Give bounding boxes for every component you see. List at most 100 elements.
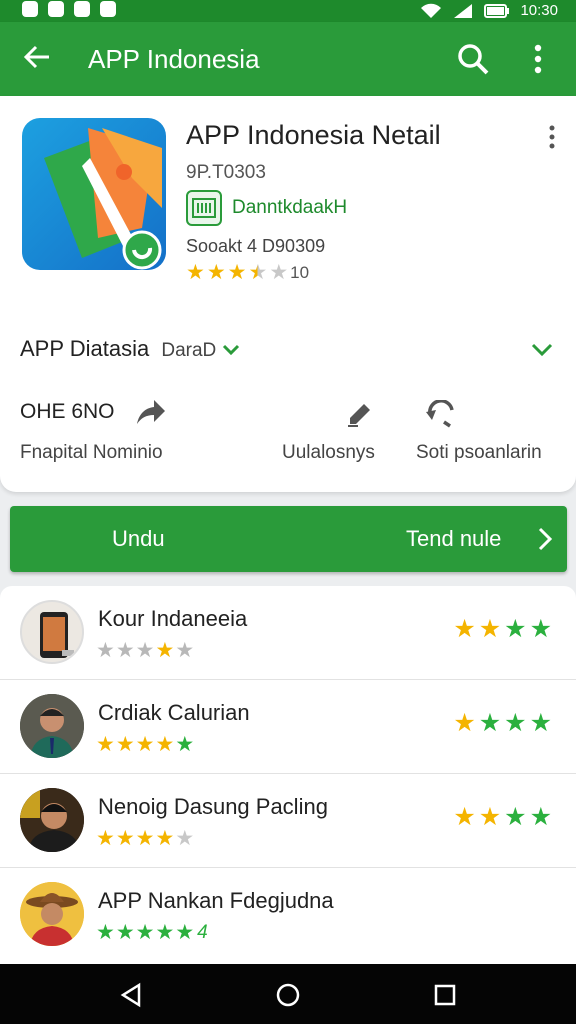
reviewer-name: Crdiak Calurian: [98, 700, 250, 725]
reviewer-name: Kour Indaneeia: [98, 606, 248, 631]
reviewer-name: APP Nankan Fdegjudna: [98, 888, 334, 913]
notification-icon: [74, 1, 90, 17]
developer-link[interactable]: DanntkdaakH: [186, 190, 347, 226]
review-rating: ★ ★ ★ ★: [453, 710, 552, 736]
star-icon: ★: [227, 261, 247, 284]
avatar: [20, 882, 84, 946]
star-icon: ★: [529, 803, 552, 831]
system-nav-bar: [0, 964, 576, 1024]
more-vert-icon: [534, 44, 542, 74]
star-icon: ★: [155, 639, 175, 662]
star-icon: ★: [453, 709, 476, 737]
list-item[interactable]: APP Nankan Fdegjudna ★ ★ ★ ★ ★ 4: [0, 868, 576, 962]
chevron-down-icon: [223, 345, 240, 356]
star-icon: ★: [96, 921, 115, 944]
star-icon: ★: [135, 827, 155, 850]
developer-badge-icon: [186, 190, 222, 226]
download-label: Undu: [112, 526, 165, 551]
review-rating: ★ ★ ★ ★: [453, 804, 552, 830]
star-icon: ★: [96, 733, 115, 756]
avatar: [20, 694, 84, 758]
star-icon: ★: [135, 921, 155, 944]
action-label-2[interactable]: Soti psoanlarin: [416, 442, 542, 464]
overflow-menu-button[interactable]: [528, 42, 548, 76]
app-menu-button[interactable]: [546, 124, 558, 150]
star-icon: ★: [115, 921, 135, 944]
arrow-left-icon: [23, 45, 49, 69]
avatar: [20, 600, 84, 664]
star-icon: ★: [175, 639, 195, 662]
star-icon: ★: [135, 733, 155, 756]
star-icon: ★: [504, 709, 527, 737]
search-icon: [458, 44, 489, 75]
chevron-right-icon: [538, 527, 553, 551]
search-button[interactable]: [456, 42, 490, 76]
avatar: [20, 788, 84, 852]
star-icon: ★: [206, 261, 226, 284]
review-rating: ★ ★ ★ ★: [453, 616, 552, 642]
battery-icon: [484, 3, 510, 18]
download-secondary-label: Tend nule: [406, 526, 502, 551]
star-icon: ★: [175, 921, 195, 944]
list-item[interactable]: Kour Indaneeia ★ ★ ★ ★ ★ ★ ★ ★ ★: [0, 586, 576, 680]
reviewer-stars: ★ ★ ★ ★ ★: [96, 734, 194, 756]
notification-icon: [22, 1, 38, 17]
star-icon: ★: [155, 733, 175, 756]
app-icon: [22, 118, 166, 270]
refresh-icon[interactable]: [424, 400, 458, 428]
app-info-card: APP Indonesia Netail 9P.T0303 Danntkdaak…: [0, 96, 576, 492]
status-bar: 10:30: [0, 0, 576, 22]
rating-count: 10: [290, 263, 310, 282]
star-icon: ★: [504, 615, 527, 643]
star-icon: ★: [96, 827, 115, 850]
clock: 10:30: [520, 2, 558, 19]
edit-icon[interactable]: [346, 400, 374, 428]
star-icon: ★: [478, 709, 502, 737]
download-button[interactable]: Undu Tend nule: [10, 506, 567, 572]
action-label-1[interactable]: Uulalosnys: [282, 442, 375, 464]
half-star-icon: ★: [248, 261, 268, 284]
app-version: 9P.T0303: [186, 162, 266, 183]
category-row[interactable]: APP Diatasia DaraD: [20, 336, 556, 366]
notification-icons: [22, 1, 116, 17]
review-list: Kour Indaneeia ★ ★ ★ ★ ★ ★ ★ ★ ★ Crdiak …: [0, 586, 576, 964]
notification-icon: [100, 1, 116, 17]
star-icon: ★: [478, 615, 502, 643]
star-icon: ★: [504, 803, 527, 831]
star-icon: ★: [115, 639, 135, 662]
star-icon: ★: [155, 921, 175, 944]
list-item[interactable]: Nenoig Dasung Pacling ★ ★ ★ ★ ★ ★ ★ ★ ★: [0, 774, 576, 868]
stats-row: OHE 6NO Fnapital Nominio Uulalosnys Soti…: [0, 396, 576, 476]
star-icon: ★: [96, 639, 115, 662]
stat-value: OHE 6NO: [20, 400, 115, 423]
star-icon: ★: [453, 803, 476, 831]
recents-nav-icon[interactable]: [432, 982, 458, 1008]
star-icon: ★: [155, 827, 175, 850]
app-meta: Sooakt 4 D90309: [186, 236, 326, 256]
wifi-icon: [421, 3, 442, 18]
back-nav-icon[interactable]: [118, 982, 144, 1008]
app-bar: APP Indonesia: [0, 22, 576, 96]
category-label: APP Diatasia: [20, 336, 150, 361]
chevron-down-icon[interactable]: [530, 338, 554, 362]
star-icon: ★: [453, 615, 476, 643]
back-button[interactable]: [22, 42, 52, 78]
star-icon: ★: [529, 615, 552, 643]
home-nav-icon[interactable]: [275, 982, 301, 1008]
star-icon: ★: [478, 803, 502, 831]
page-title: APP Indonesia: [88, 44, 260, 74]
notification-icon: [48, 1, 64, 17]
star-icon: ★: [529, 709, 552, 737]
star-icon: ★: [135, 639, 155, 662]
star-icon: ★: [115, 733, 135, 756]
app-rating: ★ ★ ★ ★ ★ 10: [186, 262, 309, 284]
star-empty-icon: ★: [269, 261, 289, 284]
reviewer-stars: ★ ★ ★ ★ ★: [96, 640, 194, 662]
list-item[interactable]: Crdiak Calurian ★ ★ ★ ★ ★ ★ ★ ★ ★: [0, 680, 576, 774]
reviewer-name: Nenoig Dasung Pacling: [98, 794, 328, 819]
stat-label: Fnapital Nominio: [20, 442, 163, 463]
share-icon[interactable]: [136, 398, 166, 426]
reviewer-stars: ★ ★ ★ ★ ★ 4: [96, 922, 208, 944]
star-icon: ★: [186, 261, 205, 284]
developer-name: DanntkdaakH: [232, 197, 348, 218]
